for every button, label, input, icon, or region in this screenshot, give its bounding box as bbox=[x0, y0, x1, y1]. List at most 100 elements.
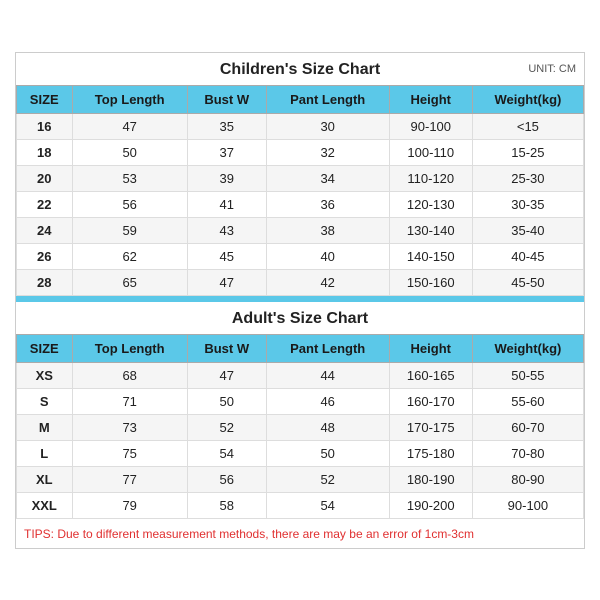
tips-row: TIPS: Due to different measurement metho… bbox=[16, 519, 584, 548]
table-cell: 40 bbox=[266, 243, 389, 269]
table-cell: 68 bbox=[72, 362, 187, 388]
table-cell: 47 bbox=[72, 113, 187, 139]
children-title-row: Children's Size Chart UNIT: CM bbox=[16, 53, 584, 85]
table-cell: 62 bbox=[72, 243, 187, 269]
table-cell: 50 bbox=[187, 388, 266, 414]
adults-title-row: Adult's Size Chart bbox=[16, 302, 584, 334]
table-cell: 47 bbox=[187, 362, 266, 388]
children-table: SIZE Top Length Bust W Pant Length Heigh… bbox=[16, 85, 584, 296]
table-cell: 120-130 bbox=[389, 191, 472, 217]
table-cell: 160-170 bbox=[389, 388, 472, 414]
table-cell: 45 bbox=[187, 243, 266, 269]
adults-col-pant-length: Pant Length bbox=[266, 334, 389, 362]
table-cell: 175-180 bbox=[389, 440, 472, 466]
table-row: XL775652180-19080-90 bbox=[17, 466, 584, 492]
table-cell: 20 bbox=[17, 165, 73, 191]
table-row: M735248170-17560-70 bbox=[17, 414, 584, 440]
children-col-height: Height bbox=[389, 85, 472, 113]
table-cell: XL bbox=[17, 466, 73, 492]
chart-wrapper: Children's Size Chart UNIT: CM SIZE Top … bbox=[15, 52, 585, 549]
table-cell: 56 bbox=[72, 191, 187, 217]
table-cell: 50 bbox=[266, 440, 389, 466]
table-cell: XS bbox=[17, 362, 73, 388]
table-cell: 110-120 bbox=[389, 165, 472, 191]
table-cell: M bbox=[17, 414, 73, 440]
table-cell: 52 bbox=[266, 466, 389, 492]
adults-col-weight: Weight(kg) bbox=[472, 334, 583, 362]
adults-col-top-length: Top Length bbox=[72, 334, 187, 362]
table-row: 20533934110-12025-30 bbox=[17, 165, 584, 191]
table-row: 28654742150-16045-50 bbox=[17, 269, 584, 295]
table-cell: 50 bbox=[72, 139, 187, 165]
table-cell: 90-100 bbox=[389, 113, 472, 139]
table-cell: 79 bbox=[72, 492, 187, 518]
table-row: 22564136120-13030-35 bbox=[17, 191, 584, 217]
children-col-pant-length: Pant Length bbox=[266, 85, 389, 113]
table-row: XS684744160-16550-55 bbox=[17, 362, 584, 388]
table-cell: 54 bbox=[187, 440, 266, 466]
adults-col-height: Height bbox=[389, 334, 472, 362]
adults-col-bust-w: Bust W bbox=[187, 334, 266, 362]
table-cell: 39 bbox=[187, 165, 266, 191]
table-cell: 70-80 bbox=[472, 440, 583, 466]
table-cell: 41 bbox=[187, 191, 266, 217]
adults-title: Adult's Size Chart bbox=[232, 310, 368, 327]
table-cell: 190-200 bbox=[389, 492, 472, 518]
table-cell: 25-30 bbox=[472, 165, 583, 191]
table-cell: S bbox=[17, 388, 73, 414]
unit-label: UNIT: CM bbox=[528, 63, 576, 75]
table-cell: XXL bbox=[17, 492, 73, 518]
table-cell: 73 bbox=[72, 414, 187, 440]
table-cell: 32 bbox=[266, 139, 389, 165]
table-cell: 53 bbox=[72, 165, 187, 191]
table-cell: 22 bbox=[17, 191, 73, 217]
children-col-bust-w: Bust W bbox=[187, 85, 266, 113]
table-cell: 36 bbox=[266, 191, 389, 217]
table-cell: 18 bbox=[17, 139, 73, 165]
table-cell: 28 bbox=[17, 269, 73, 295]
table-row: 24594338130-14035-40 bbox=[17, 217, 584, 243]
table-cell: 80-90 bbox=[472, 466, 583, 492]
table-cell: 30-35 bbox=[472, 191, 583, 217]
table-cell: 160-165 bbox=[389, 362, 472, 388]
children-col-top-length: Top Length bbox=[72, 85, 187, 113]
table-row: XXL795854190-20090-100 bbox=[17, 492, 584, 518]
table-row: 18503732100-11015-25 bbox=[17, 139, 584, 165]
children-header-row: SIZE Top Length Bust W Pant Length Heigh… bbox=[17, 85, 584, 113]
table-cell: 140-150 bbox=[389, 243, 472, 269]
table-cell: 15-25 bbox=[472, 139, 583, 165]
table-cell: 43 bbox=[187, 217, 266, 243]
table-cell: L bbox=[17, 440, 73, 466]
table-cell: 52 bbox=[187, 414, 266, 440]
table-cell: 75 bbox=[72, 440, 187, 466]
table-cell: 38 bbox=[266, 217, 389, 243]
children-title: Children's Size Chart bbox=[220, 61, 380, 78]
table-row: 26624540140-15040-45 bbox=[17, 243, 584, 269]
table-cell: 150-160 bbox=[389, 269, 472, 295]
children-col-size: SIZE bbox=[17, 85, 73, 113]
table-cell: 35-40 bbox=[472, 217, 583, 243]
table-cell: 65 bbox=[72, 269, 187, 295]
table-cell: 77 bbox=[72, 466, 187, 492]
table-cell: 35 bbox=[187, 113, 266, 139]
table-cell: 50-55 bbox=[472, 362, 583, 388]
table-cell: 58 bbox=[187, 492, 266, 518]
table-cell: 47 bbox=[187, 269, 266, 295]
table-cell: 42 bbox=[266, 269, 389, 295]
table-cell: 130-140 bbox=[389, 217, 472, 243]
table-cell: 54 bbox=[266, 492, 389, 518]
adults-header-row: SIZE Top Length Bust W Pant Length Heigh… bbox=[17, 334, 584, 362]
table-cell: 30 bbox=[266, 113, 389, 139]
table-cell: 24 bbox=[17, 217, 73, 243]
table-cell: 44 bbox=[266, 362, 389, 388]
table-cell: 60-70 bbox=[472, 414, 583, 440]
table-cell: 37 bbox=[187, 139, 266, 165]
table-cell: 40-45 bbox=[472, 243, 583, 269]
table-cell: 59 bbox=[72, 217, 187, 243]
table-cell: 180-190 bbox=[389, 466, 472, 492]
table-cell: 71 bbox=[72, 388, 187, 414]
table-cell: 34 bbox=[266, 165, 389, 191]
adults-col-size: SIZE bbox=[17, 334, 73, 362]
tips-text: TIPS: Due to different measurement metho… bbox=[24, 527, 474, 541]
table-cell: 55-60 bbox=[472, 388, 583, 414]
